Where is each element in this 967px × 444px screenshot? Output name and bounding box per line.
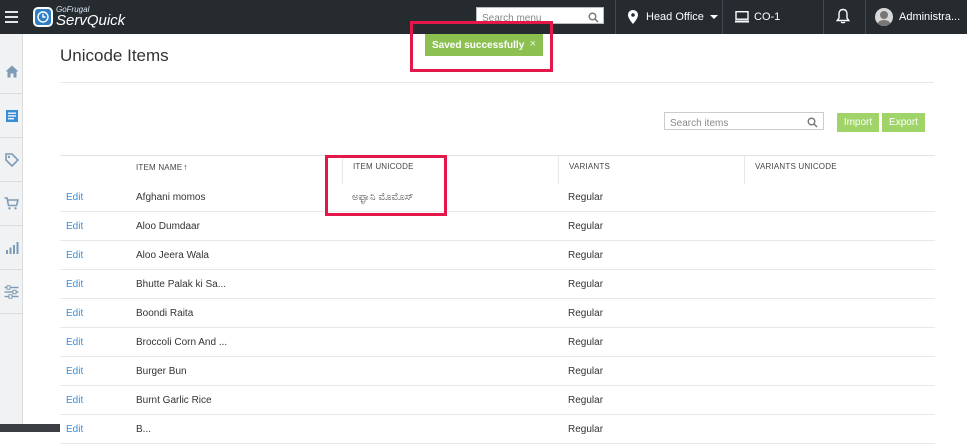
item-name: Burnt Garlic Rice [136, 395, 212, 406]
sort-arrow-icon: ↑ [183, 162, 188, 172]
import-button[interactable]: Import [837, 113, 879, 132]
table-row: Edit Boondi Raita Regular [60, 299, 935, 328]
hamburger-menu-icon[interactable] [0, 0, 22, 34]
table-row: Edit Afghani momos ಅಫ್ಘಾನಿ ಮೊಮೊಸ್ Regular [60, 183, 935, 212]
table-row: Edit Bhutte Palak ki Sa... Regular [60, 270, 935, 299]
sidebar-item-home[interactable] [0, 50, 23, 94]
table-row: Edit Burnt Garlic Rice Regular [60, 386, 935, 415]
counter-selector[interactable]: CO-1 [735, 8, 780, 26]
highlight-box-toast [410, 21, 553, 72]
home-icon [5, 65, 18, 78]
sidebar-item-items[interactable] [0, 94, 23, 138]
table-row: Edit Aloo Jeera Wala Regular [60, 241, 935, 270]
variant: Regular [568, 366, 604, 377]
logo-clock-icon [33, 7, 53, 27]
edit-link[interactable]: Edit [66, 328, 83, 357]
item-name: Broccoli Corn And ... [136, 337, 228, 348]
page-title: Unicode Items [60, 46, 169, 65]
edit-link[interactable]: Edit [66, 299, 83, 328]
divider [722, 0, 723, 34]
sliders-icon [4, 284, 19, 299]
edit-link[interactable]: Edit [66, 183, 83, 212]
item-name: Afghani momos [136, 192, 206, 203]
sidebar [0, 34, 23, 432]
edit-link[interactable]: Edit [66, 357, 83, 386]
export-button[interactable]: Export [882, 113, 925, 132]
monitor-icon [735, 11, 749, 23]
taskbar-strip [0, 424, 60, 432]
table-body: Edit Afghani momos ಅಫ್ಘಾನಿ ಮೊಮೊಸ್ Regular Ed… [60, 183, 935, 444]
highlight-box-unicode [325, 155, 447, 216]
table-row: Edit Aloo Dumdaar Regular [60, 212, 935, 241]
variant: Regular [568, 308, 604, 319]
variant: Regular [568, 192, 604, 203]
location-selector[interactable]: Head Office [628, 8, 718, 26]
map-pin-icon [628, 10, 638, 24]
column-header-variants-unicode[interactable]: VARIANTS UNICODE [744, 156, 935, 184]
table-row: Edit Broccoli Corn And ... Regular [60, 328, 935, 357]
item-name: Aloo Jeera Wala [136, 250, 209, 261]
sidebar-item-sales[interactable] [0, 182, 23, 226]
item-name: Aloo Dumdaar [136, 221, 200, 232]
item-name: Boondi Raita [136, 308, 194, 319]
variant: Regular [568, 221, 604, 232]
user-name: Administra... [899, 11, 961, 23]
items-table: ITEM NAME↑ ITEM UNICODE VARIANTS VARIANT… [60, 155, 935, 444]
column-header-variants[interactable]: VARIANTS [558, 156, 744, 184]
avatar [875, 8, 893, 26]
document-icon [5, 109, 18, 122]
brand-name: ServQuick [56, 12, 126, 29]
variant: Regular [568, 250, 604, 261]
search-items-input[interactable] [665, 115, 803, 132]
counter-name: CO-1 [754, 11, 781, 23]
divider [60, 82, 934, 83]
item-name: B... [136, 424, 152, 435]
search-icon[interactable] [807, 115, 818, 133]
cart-icon [4, 197, 19, 210]
divider [865, 0, 866, 34]
chevron-down-icon [709, 15, 718, 19]
user-menu[interactable]: Administra... [875, 6, 960, 28]
sidebar-item-reports[interactable] [0, 226, 23, 270]
table-row: Edit B... Regular [60, 415, 935, 444]
bar-chart-icon [5, 241, 18, 254]
sidebar-item-purchase[interactable] [0, 138, 23, 182]
edit-link[interactable]: Edit [66, 212, 83, 241]
column-header-item-name[interactable]: ITEM NAME↑ [126, 156, 342, 184]
item-name: Burger Bun [136, 366, 187, 377]
variant: Regular [568, 279, 604, 290]
variant: Regular [568, 395, 604, 406]
table-header: ITEM NAME↑ ITEM UNICODE VARIANTS VARIANT… [60, 155, 935, 184]
sidebar-item-settings[interactable] [0, 270, 23, 314]
search-items-box [664, 112, 824, 133]
table-row: Edit Burger Bun Regular [60, 357, 935, 386]
edit-link[interactable]: Edit [66, 415, 83, 444]
edit-link[interactable]: Edit [66, 270, 83, 299]
edit-link[interactable]: Edit [66, 241, 83, 270]
variant: Regular [568, 337, 604, 348]
app-logo[interactable]: GoFrugal ServQuick [33, 4, 125, 30]
bell-icon[interactable] [835, 8, 851, 29]
divider [823, 0, 824, 34]
edit-link[interactable]: Edit [66, 386, 83, 415]
variant: Regular [568, 424, 604, 435]
tag-icon [4, 152, 19, 167]
item-name: Bhutte Palak ki Sa... [136, 279, 227, 290]
divider [615, 0, 616, 34]
location-name: Head Office [646, 11, 704, 23]
search-icon[interactable] [588, 10, 599, 28]
